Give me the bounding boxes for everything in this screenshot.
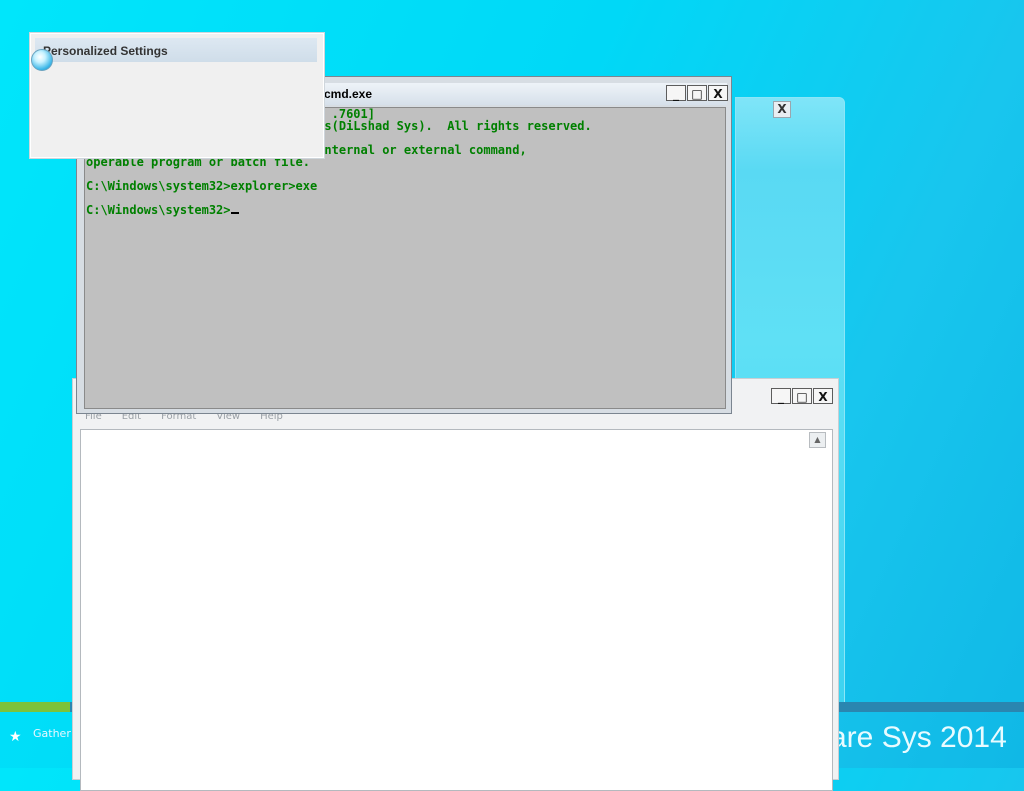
busy-spinner-icon xyxy=(31,49,53,71)
notepad-close-button[interactable]: X xyxy=(813,388,833,404)
cmd-close-button[interactable]: X xyxy=(708,85,728,101)
notepad-text-area[interactable]: ▲ xyxy=(80,429,833,791)
personalized-settings-header: Personalized Settings xyxy=(35,38,317,62)
cmd-minimize-button[interactable]: _ xyxy=(666,85,686,101)
progress-bar-fill xyxy=(0,702,70,712)
star-icon: ★ xyxy=(9,729,22,745)
personalized-settings-title: Personalized Settings xyxy=(43,44,168,58)
cmd-window-title: cmd.exe xyxy=(324,87,373,101)
cmd-maximize-button[interactable]: □ xyxy=(687,85,707,101)
notepad-minimize-button[interactable]: _ xyxy=(771,388,791,404)
background-window-close-button[interactable]: X xyxy=(773,101,791,118)
status-text: Gather xyxy=(33,727,71,740)
scroll-up-arrow-icon[interactable]: ▲ xyxy=(809,432,826,448)
notepad-window: _ □ X File Edit Format View Help ▲ xyxy=(72,378,839,791)
notepad-window-controls: _ □ X xyxy=(771,388,833,404)
text-cursor xyxy=(230,212,239,214)
console-line: C:\Windows\system32>explorer>exe xyxy=(86,179,318,193)
personalized-settings-dialog: Personalized Settings xyxy=(30,33,324,158)
cmd-window-controls: _ □ X xyxy=(666,85,728,101)
console-prompt: C:\Windows\system32> xyxy=(86,203,231,217)
brand-watermark: are Sys 2014 xyxy=(830,721,1007,754)
notepad-maximize-button[interactable]: □ xyxy=(792,388,812,404)
